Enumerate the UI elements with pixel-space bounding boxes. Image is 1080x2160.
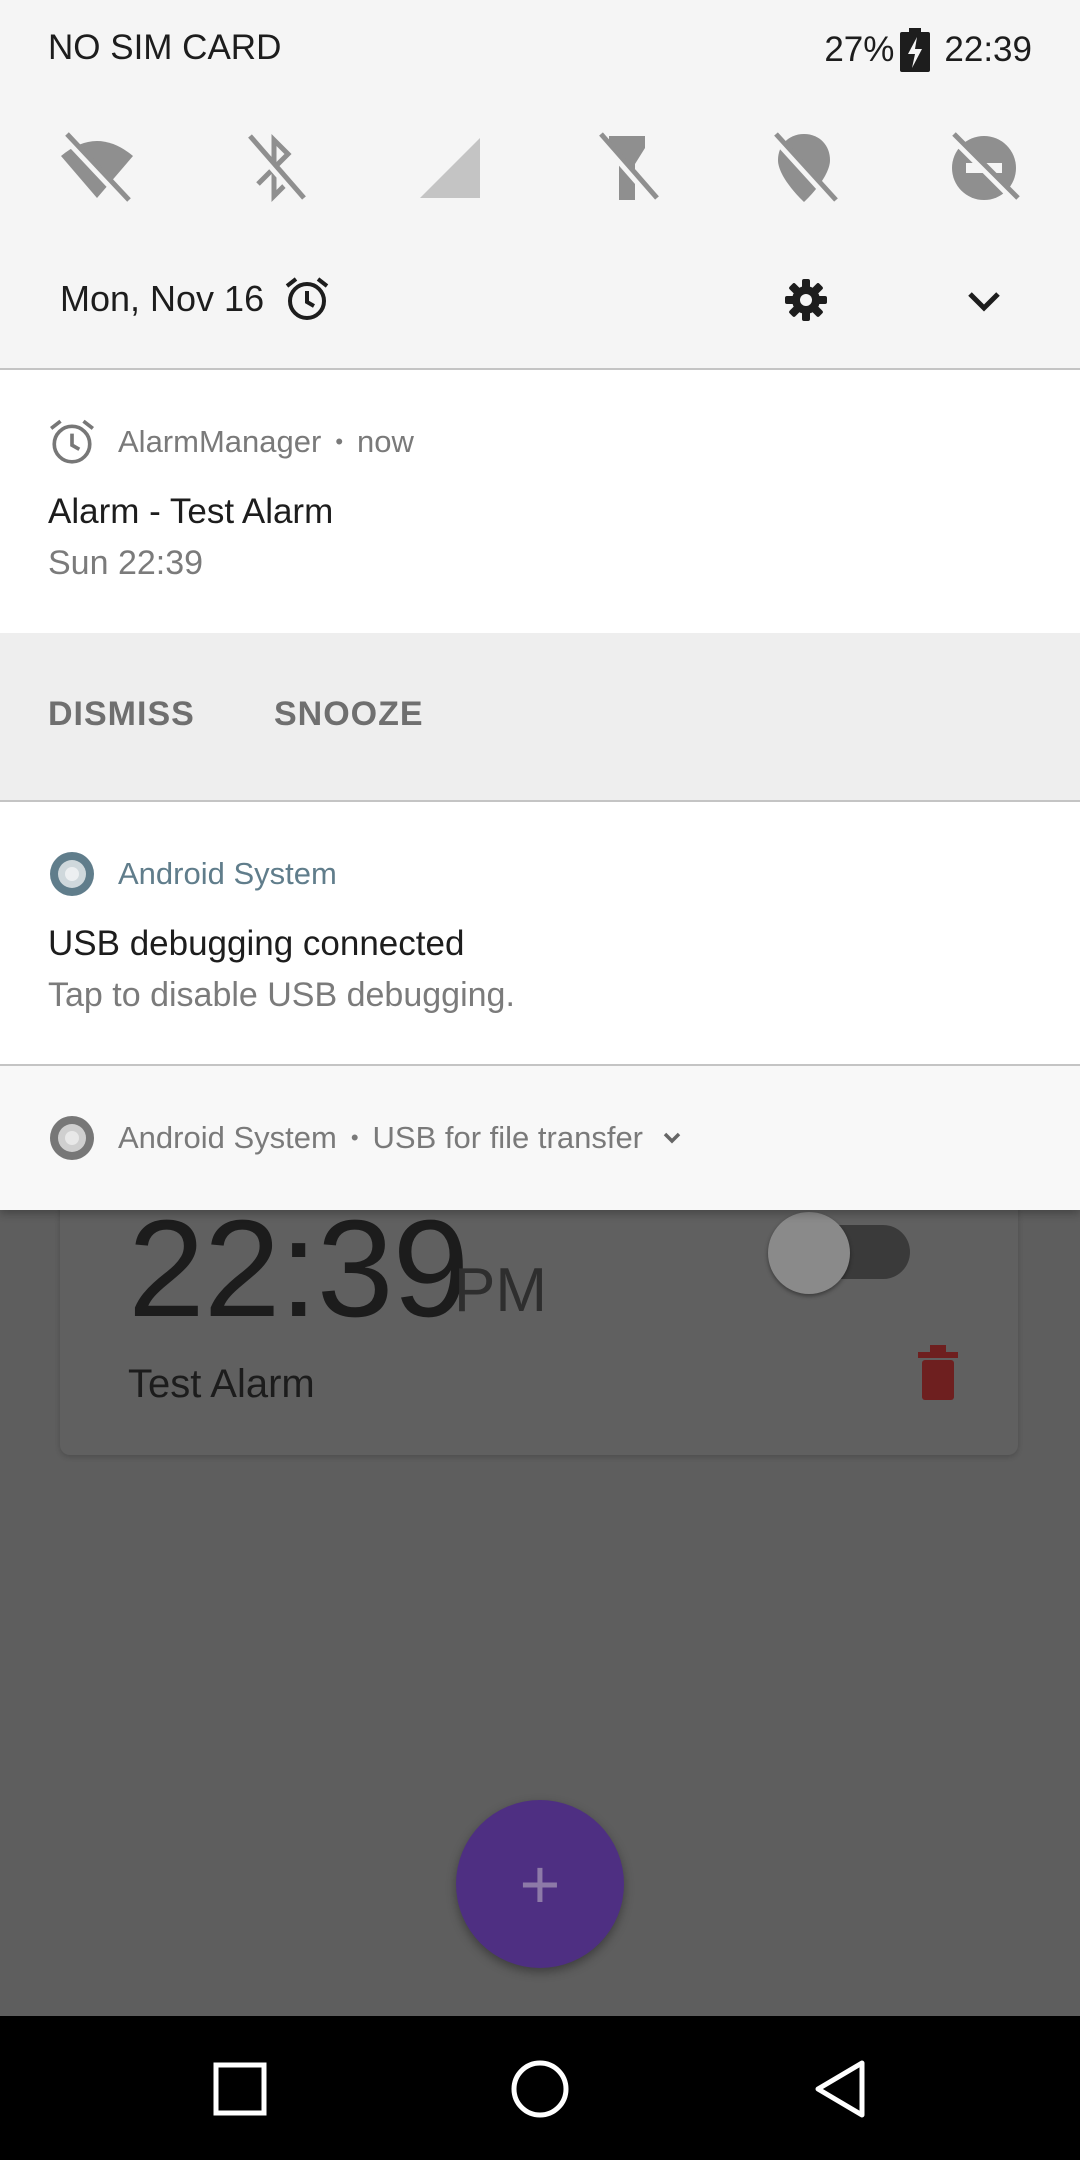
alarm-time: 22:39 bbox=[128, 1192, 469, 1346]
notification-text: Tap to disable USB debugging. bbox=[48, 976, 515, 1014]
plus-icon: + bbox=[519, 1845, 561, 1923]
alarm-label: Test Alarm bbox=[128, 1362, 315, 1406]
quick-settings-row bbox=[0, 126, 1080, 206]
status-right: 27% 22:39 bbox=[824, 28, 1032, 72]
flashlight-off-icon[interactable] bbox=[585, 126, 669, 210]
bluetooth-off-icon[interactable] bbox=[232, 126, 316, 210]
android-system-icon bbox=[50, 1116, 94, 1160]
battery-percent: 27% bbox=[824, 30, 895, 69]
alarm-toggle-thumb[interactable] bbox=[768, 1212, 850, 1294]
separator-dot: • bbox=[350, 1125, 359, 1150]
wifi-off-icon[interactable] bbox=[55, 126, 139, 210]
alarm-clock-icon bbox=[50, 419, 94, 464]
settings-gear-icon[interactable] bbox=[784, 278, 828, 322]
usb-debugging-notification[interactable]: Android System USB debugging connected T… bbox=[0, 802, 1080, 1064]
date-row[interactable]: Mon, Nov 16 bbox=[60, 276, 330, 322]
dismiss-button[interactable]: DISMISS bbox=[48, 695, 195, 734]
home-icon[interactable] bbox=[505, 2054, 575, 2124]
notification-text: Sun 22:39 bbox=[48, 544, 204, 582]
cellular-signal-icon[interactable] bbox=[408, 126, 492, 210]
notification-header: Android System • USB for file transfer bbox=[48, 1114, 687, 1162]
alarm-ampm: PM bbox=[454, 1256, 547, 1325]
separator-dot: • bbox=[335, 429, 344, 454]
snooze-button[interactable]: SNOOZE bbox=[274, 695, 424, 734]
trash-icon[interactable] bbox=[914, 1340, 962, 1402]
notification-app-name: Android System bbox=[118, 1120, 337, 1155]
chevron-down-icon[interactable] bbox=[657, 1125, 687, 1151]
usb-file-transfer-notification[interactable]: Android System • USB for file transfer bbox=[0, 1066, 1080, 1210]
notification-app-name: Android System bbox=[118, 856, 337, 891]
navigation-bar bbox=[0, 2016, 1080, 2160]
do-not-disturb-off-icon[interactable] bbox=[942, 126, 1026, 210]
notification-app-name: AlarmManager bbox=[118, 424, 322, 459]
location-off-icon[interactable] bbox=[762, 126, 846, 210]
notification-summary: USB for file transfer bbox=[372, 1120, 644, 1155]
android-system-icon bbox=[50, 852, 94, 896]
notification-title: USB debugging connected bbox=[48, 924, 465, 963]
recents-icon[interactable] bbox=[205, 2054, 275, 2124]
back-icon[interactable] bbox=[805, 2054, 875, 2124]
alarm-clock-icon[interactable] bbox=[284, 276, 330, 322]
notification-shade: NO SIM CARD 27% 22:39 Mon, Nov 16 AlarmM… bbox=[0, 0, 1080, 1210]
alarm-notification[interactable]: AlarmManager • now Alarm - Test Alarm Su… bbox=[0, 370, 1080, 633]
chevron-down-icon[interactable] bbox=[960, 282, 1008, 320]
add-alarm-button[interactable]: + bbox=[456, 1800, 624, 1968]
notification-title: Alarm - Test Alarm bbox=[48, 492, 334, 531]
carrier-status: NO SIM CARD bbox=[48, 28, 282, 67]
notification-header: Android System bbox=[48, 850, 337, 898]
notification-header: AlarmManager • now bbox=[48, 418, 414, 466]
battery-charging-icon bbox=[900, 28, 931, 72]
notification-time: now bbox=[357, 424, 414, 459]
clock: 22:39 bbox=[944, 30, 1032, 69]
notification-actions: DISMISS SNOOZE bbox=[0, 633, 1080, 800]
date-text: Mon, Nov 16 bbox=[60, 278, 265, 319]
